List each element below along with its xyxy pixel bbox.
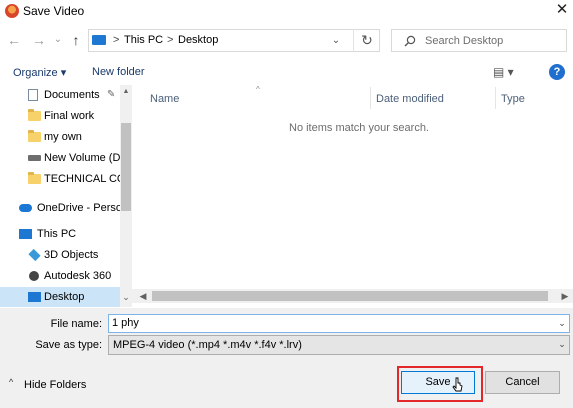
column-divider[interactable]: [495, 87, 496, 109]
search-icon: [404, 35, 416, 47]
nav-scrollbar-thumb[interactable]: [121, 123, 131, 211]
sidebar-item-label: my own: [44, 131, 82, 143]
sidebar-item-label: OneDrive - Person: [37, 202, 120, 214]
sort-indicator-icon: ^: [256, 85, 260, 94]
app-icon: [5, 4, 19, 18]
sidebar-item-label: Desktop: [44, 291, 85, 303]
back-icon[interactable]: ←: [5, 31, 23, 49]
folder-icon: [28, 109, 41, 121]
file-name-field[interactable]: 1 phy: [108, 314, 570, 333]
chevron-down-icon[interactable]: ⌄: [555, 337, 569, 352]
hide-folders-button[interactable]: Hide Folders: [24, 379, 86, 391]
recent-dropdown-icon[interactable]: ⌄: [49, 31, 67, 49]
organize-menu[interactable]: Organize ▾: [13, 66, 66, 79]
pin-icon: ✎: [107, 89, 116, 100]
autodesk-icon: [29, 271, 39, 281]
column-divider[interactable]: [370, 87, 371, 109]
sidebar-item-label: New Volume (D:: [44, 152, 120, 164]
column-header-name[interactable]: Name: [150, 93, 179, 105]
empty-message: No items match your search.: [289, 122, 429, 134]
sidebar-item-desktop[interactable]: Desktop: [0, 287, 120, 307]
navigation-pane: Documents ✎ Final work my own New Volume…: [0, 85, 120, 307]
chevron-down-icon[interactable]: ⌄: [555, 316, 569, 331]
horizontal-scrollbar-thumb[interactable]: [152, 291, 548, 301]
this-pc-icon: [92, 35, 106, 45]
column-header-type[interactable]: Type: [501, 93, 525, 105]
view-options-icon[interactable]: ▤ ▾: [493, 65, 514, 79]
scroll-up-icon[interactable]: ▲: [120, 86, 132, 98]
file-name-label: File name:: [50, 318, 102, 330]
refresh-icon[interactable]: ↻: [353, 29, 380, 52]
sidebar-item-my-own[interactable]: my own: [0, 127, 120, 148]
documents-icon: [28, 89, 38, 101]
column-header-date-modified[interactable]: Date modified: [376, 93, 444, 105]
sidebar-item-label: TECHNICAL CON: [44, 173, 120, 185]
sidebar-item-label: Documents: [44, 89, 100, 101]
forward-icon[interactable]: →: [30, 31, 48, 49]
3d-objects-icon: [28, 248, 41, 262]
sidebar-item-technical[interactable]: TECHNICAL CON: [0, 169, 120, 190]
sidebar-item-autodesk-360[interactable]: Autodesk 360: [0, 266, 120, 287]
drive-icon: [28, 155, 41, 161]
scroll-left-icon[interactable]: ◀: [136, 289, 150, 303]
cancel-button[interactable]: Cancel: [485, 371, 560, 394]
scroll-down-icon[interactable]: ⌄: [120, 291, 132, 303]
sidebar-item-final-work[interactable]: Final work: [0, 106, 120, 127]
sidebar-item-label: Autodesk 360: [44, 270, 112, 282]
command-bar: Organize ▾ New folder ▤ ▾ ?: [0, 61, 573, 84]
search-input[interactable]: Search Desktop: [391, 29, 567, 52]
sidebar-item-label: This PC: [37, 228, 77, 240]
save-as-type-label: Save as type:: [35, 339, 102, 351]
sidebar-item-3d-objects[interactable]: 3D Objects: [0, 245, 120, 266]
scroll-right-icon[interactable]: ▶: [558, 289, 572, 303]
file-list[interactable]: ^ Name Date modified Type: [132, 85, 573, 307]
title-bar: Save Video ✕: [0, 0, 573, 22]
close-icon[interactable]: ✕: [553, 1, 571, 19]
sidebar-item-label: 3D Objects: [44, 249, 99, 261]
sidebar-item-label: Final work: [44, 110, 95, 122]
sidebar-item-documents[interactable]: Documents ✎: [0, 85, 120, 106]
sidebar-item-new-volume[interactable]: New Volume (D:: [0, 148, 120, 169]
onedrive-icon: [19, 204, 32, 212]
search-placeholder: Search Desktop: [425, 35, 504, 47]
breadcrumb-desktop[interactable]: Desktop: [178, 34, 218, 46]
up-icon[interactable]: ↑: [67, 31, 85, 49]
address-dropdown-icon[interactable]: ⌄: [322, 29, 350, 52]
folder-icon: [28, 130, 41, 142]
desktop-icon: [28, 292, 41, 302]
new-folder-button[interactable]: New folder: [92, 66, 145, 78]
folder-icon: [28, 172, 41, 184]
sidebar-item-this-pc[interactable]: This PC: [0, 224, 120, 245]
mouse-cursor-icon: [452, 377, 463, 392]
save-as-type-select[interactable]: MPEG-4 video (*.mp4 *.m4v *.f4v *.lrv): [108, 335, 570, 355]
breadcrumb-this-pc[interactable]: This PC: [124, 34, 163, 46]
window-title: Save Video: [23, 4, 85, 18]
hide-folders-chevron-icon[interactable]: ^: [9, 377, 13, 387]
help-icon[interactable]: ?: [549, 64, 565, 80]
breadcrumb-separator: >: [113, 34, 120, 46]
this-pc-icon: [19, 229, 32, 239]
breadcrumb-separator[interactable]: >: [167, 34, 173, 46]
sidebar-item-onedrive[interactable]: OneDrive - Person: [0, 198, 120, 219]
